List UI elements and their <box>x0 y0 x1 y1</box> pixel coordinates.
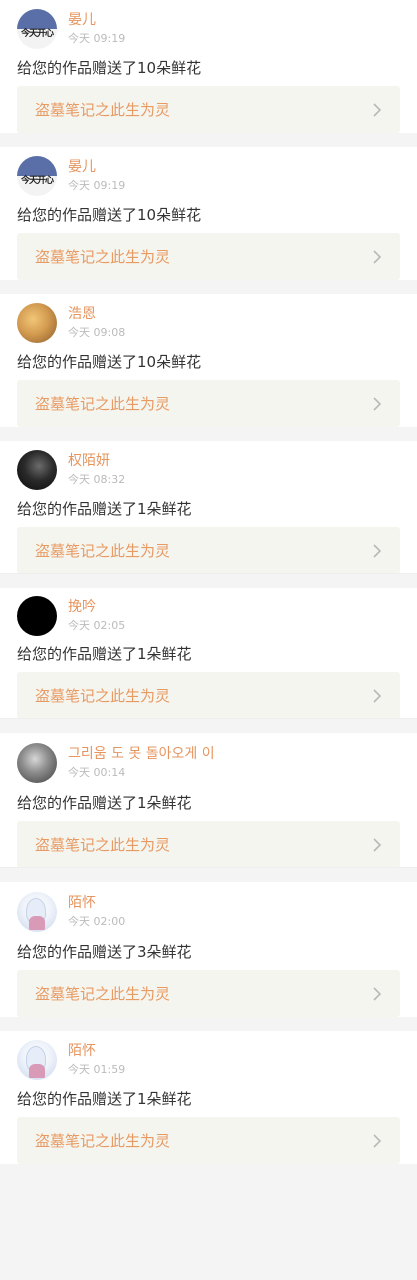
sender-name[interactable]: 그리움 도 못 돌아오게 이 <box>68 745 215 763</box>
timestamp: 今天 02:00 <box>68 915 126 928</box>
notification-card: 权陌妍 今天 08:32 给您的作品赠送了1朵鲜花 盗墓笔记之此生为灵 <box>0 441 417 574</box>
chevron-right-icon <box>373 1133 382 1148</box>
notification-card: 그리움 도 못 돌아오게 이 今天 00:14 给您的作品赠送了1朵鲜花 盗墓笔… <box>0 733 417 868</box>
notification-meta: 陌怀 今天 02:00 <box>68 894 125 930</box>
notification-meta: 浩恩 今天 09:08 <box>68 305 125 341</box>
chevron-right-icon <box>373 396 382 411</box>
avatar[interactable] <box>17 743 57 783</box>
work-link[interactable]: 盗墓笔记之此生为灵 <box>17 86 400 133</box>
notification-header: 今天开心 晏儿 今天 09:19 <box>17 0 400 58</box>
timestamp: 今天 00:14 <box>68 766 126 779</box>
timestamp: 今天 09:19 <box>68 179 126 192</box>
chevron-right-icon <box>373 986 382 1001</box>
notification-meta: 挽吟 今天 02:05 <box>68 598 125 634</box>
notification-header: 今天开心 晏儿 今天 09:19 <box>17 147 400 205</box>
sender-name[interactable]: 晏儿 <box>68 11 125 29</box>
work-link[interactable]: 盗墓笔记之此生为灵 <box>17 380 400 427</box>
avatar[interactable]: 今天开心 <box>17 9 57 49</box>
timestamp: 今天 08:32 <box>68 473 126 486</box>
work-title: 盗墓笔记之此生为灵 <box>35 395 171 413</box>
sender-name[interactable]: 陌怀 <box>68 894 125 912</box>
notification-card: 陌怀 今天 02:00 给您的作品赠送了3朵鲜花 盗墓笔记之此生为灵 <box>0 882 417 1017</box>
work-title: 盗墓笔记之此生为灵 <box>35 248 171 266</box>
notification-header: 挽吟 今天 02:05 <box>17 588 400 644</box>
work-title: 盗墓笔记之此生为灵 <box>35 101 171 119</box>
gift-message: 给您的作品赠送了1朵鲜花 <box>17 645 192 663</box>
gift-message: 给您的作品赠送了10朵鲜花 <box>17 206 202 224</box>
chevron-right-icon <box>373 102 382 117</box>
notification-header: 陌怀 今天 01:59 <box>17 1031 400 1089</box>
timestamp: 今天 01:59 <box>68 1063 126 1076</box>
avatar[interactable] <box>17 303 57 343</box>
timestamp: 今天 09:19 <box>68 32 126 45</box>
work-link[interactable]: 盗墓笔记之此生为灵 <box>17 527 400 574</box>
work-title: 盗墓笔记之此生为灵 <box>35 542 171 560</box>
avatar[interactable] <box>17 596 57 636</box>
sender-name[interactable]: 挽吟 <box>68 598 125 616</box>
gift-message: 给您的作品赠送了1朵鲜花 <box>17 794 192 812</box>
gift-message: 给您的作品赠送了1朵鲜花 <box>17 500 192 518</box>
notification-card: 今天开心 晏儿 今天 09:19 给您的作品赠送了10朵鲜花 盗墓笔记之此生为灵 <box>0 147 417 280</box>
gift-message: 给您的作品赠送了3朵鲜花 <box>17 943 192 961</box>
avatar[interactable] <box>17 1040 57 1080</box>
sender-name[interactable]: 权陌妍 <box>68 452 125 470</box>
avatar-dress <box>29 916 45 930</box>
notification-meta: 晏儿 今天 09:19 <box>68 11 125 47</box>
sender-name[interactable]: 陌怀 <box>68 1042 125 1060</box>
avatar[interactable]: 今天开心 <box>17 156 57 196</box>
sender-name[interactable]: 浩恩 <box>68 305 125 323</box>
avatar[interactable] <box>17 450 57 490</box>
notification-meta: 晏儿 今天 09:19 <box>68 158 125 194</box>
gift-message: 给您的作品赠送了10朵鲜花 <box>17 59 202 77</box>
notification-header: 权陌妍 今天 08:32 <box>17 441 400 499</box>
sender-name[interactable]: 晏儿 <box>68 158 125 176</box>
notification-header: 陌怀 今天 02:00 <box>17 882 400 942</box>
chevron-right-icon <box>373 543 382 558</box>
gift-message: 给您的作品赠送了1朵鲜花 <box>17 1090 192 1108</box>
work-title: 盗墓笔记之此生为灵 <box>35 1132 171 1150</box>
avatar-dress <box>29 1064 45 1078</box>
gift-message: 给您的作品赠送了10朵鲜花 <box>17 353 202 371</box>
work-link[interactable]: 盗墓笔记之此生为灵 <box>17 233 400 280</box>
work-title: 盗墓笔记之此生为灵 <box>35 836 171 854</box>
chevron-right-icon <box>373 688 382 703</box>
notification-card: 浩恩 今天 09:08 给您的作品赠送了10朵鲜花 盗墓笔记之此生为灵 <box>0 294 417 427</box>
notification-card: 陌怀 今天 01:59 给您的作品赠送了1朵鲜花 盗墓笔记之此生为灵 <box>0 1031 417 1164</box>
avatar-text: 今天开心 <box>20 176 54 186</box>
chevron-right-icon <box>373 837 382 852</box>
notification-header: 그리움 도 못 돌아오게 이 今天 00:14 <box>17 733 400 793</box>
notification-meta: 그리움 도 못 돌아오게 이 今天 00:14 <box>68 745 215 781</box>
notification-feed: 今天开心 晏儿 今天 09:19 给您的作品赠送了10朵鲜花 盗墓笔记之此生为灵… <box>0 0 417 1164</box>
timestamp: 今天 02:05 <box>68 619 126 632</box>
work-link[interactable]: 盗墓笔记之此生为灵 <box>17 821 400 868</box>
work-link[interactable]: 盗墓笔记之此生为灵 <box>17 672 400 719</box>
notification-meta: 陌怀 今天 01:59 <box>68 1042 125 1078</box>
avatar-text: 今天开心 <box>20 29 54 39</box>
avatar[interactable] <box>17 892 57 932</box>
notification-header: 浩恩 今天 09:08 <box>17 294 400 352</box>
chevron-right-icon <box>373 249 382 264</box>
work-title: 盗墓笔记之此生为灵 <box>35 985 171 1003</box>
notification-card: 今天开心 晏儿 今天 09:19 给您的作品赠送了10朵鲜花 盗墓笔记之此生为灵 <box>0 0 417 133</box>
notification-card: 挽吟 今天 02:05 给您的作品赠送了1朵鲜花 盗墓笔记之此生为灵 <box>0 588 417 719</box>
timestamp: 今天 09:08 <box>68 326 126 339</box>
work-link[interactable]: 盗墓笔记之此生为灵 <box>17 1117 400 1164</box>
work-title: 盗墓笔记之此生为灵 <box>35 687 171 705</box>
work-link[interactable]: 盗墓笔记之此生为灵 <box>17 970 400 1017</box>
notification-meta: 权陌妍 今天 08:32 <box>68 452 125 488</box>
